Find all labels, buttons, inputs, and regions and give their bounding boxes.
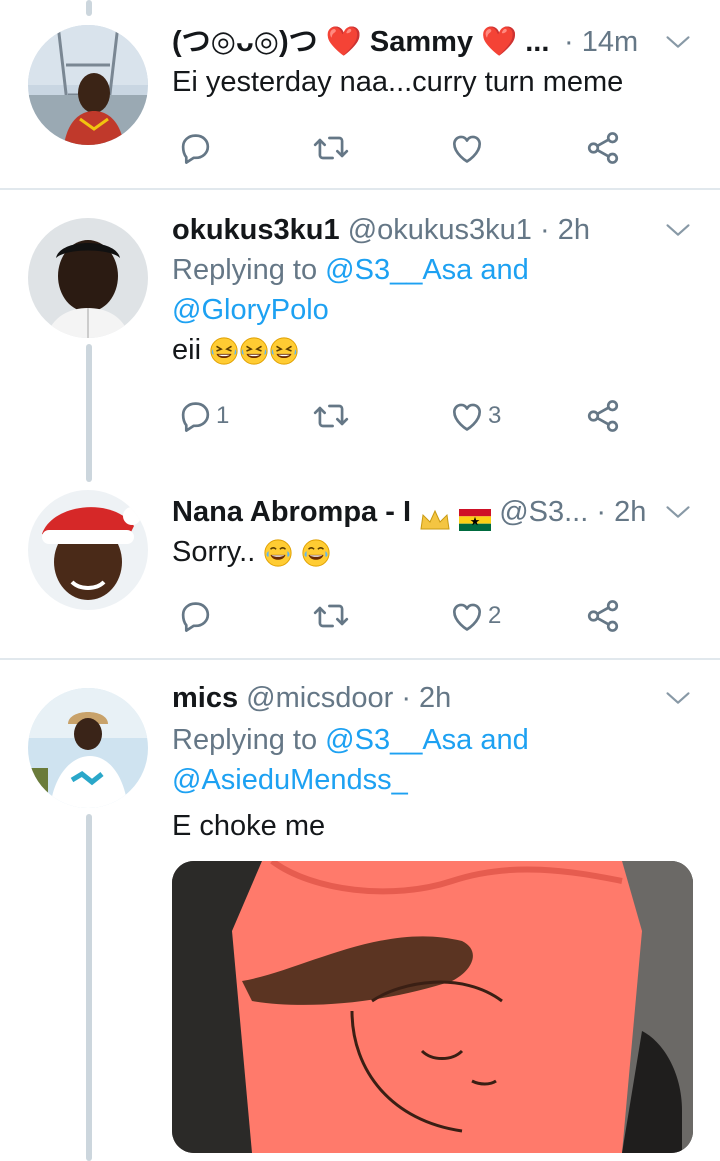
caret-down-icon[interactable] <box>664 498 692 526</box>
avatar[interactable] <box>28 25 148 145</box>
tweet-header: Nana Abrompa - I @S3... · 2h <box>172 492 692 532</box>
retweet-icon <box>312 597 350 635</box>
avatar[interactable] <box>28 490 148 610</box>
like-icon <box>448 597 486 635</box>
retweet-icon <box>312 397 350 435</box>
joy-emoji-icon <box>301 538 331 568</box>
reply-icon <box>176 597 214 635</box>
reply-button[interactable]: 1 <box>176 394 229 438</box>
tweet-content: mics @micsdoor · 2h Replying to @S3__Asa… <box>172 678 692 846</box>
caret-down-icon[interactable] <box>664 216 692 244</box>
share-button[interactable] <box>584 394 622 438</box>
tweet[interactable]: Nana Abrompa - I @S3... · 2h Sorry.. 2 <box>0 482 720 658</box>
ghana-flag-icon <box>459 502 492 532</box>
like-button[interactable] <box>448 126 486 170</box>
tweet-header: (つ◎ᴗ◎)つ ❤️ Sammy ❤️ ... · 14m <box>172 22 692 62</box>
mention-link[interactable]: @AsieduMendss_ <box>172 764 408 796</box>
display-name[interactable]: Nana Abrompa - I <box>172 496 411 528</box>
share-icon <box>584 597 622 635</box>
replying-to-line-2: @GloryPolo <box>172 290 692 330</box>
reply-count: 1 <box>216 402 230 429</box>
like-button[interactable]: 2 <box>448 594 501 638</box>
tweet-text: Sorry.. <box>172 532 692 572</box>
tweet-content: okukus3ku1 @okukus3ku1 · 2h Replying to … <box>172 210 692 438</box>
like-icon <box>448 129 486 167</box>
rofl-emoji-icon <box>239 336 269 366</box>
reply-button[interactable] <box>176 126 214 170</box>
caret-down-icon[interactable] <box>664 684 692 712</box>
user-handle[interactable]: @okukus3ku1 <box>348 214 532 246</box>
retweet-button[interactable] <box>312 394 350 438</box>
share-button[interactable] <box>584 126 622 170</box>
replying-to: Replying to @S3__Asa and <box>172 250 692 290</box>
joy-emoji-icon <box>263 538 293 568</box>
like-count: 3 <box>488 402 502 429</box>
reply-icon <box>176 397 214 435</box>
replying-to-label: Replying to <box>172 254 318 286</box>
retweet-icon <box>312 129 350 167</box>
action-bar <box>172 126 692 170</box>
action-bar: 2 <box>172 594 692 638</box>
timestamp[interactable]: · 2h <box>596 496 646 528</box>
crown-emoji-icon <box>419 502 451 530</box>
timestamp[interactable]: · 14m <box>564 22 638 62</box>
replying-to-label: Replying to <box>172 724 318 756</box>
share-icon <box>584 129 622 167</box>
photo-woman-pink-shirt <box>172 861 693 1153</box>
rofl-emoji-icon <box>269 336 299 366</box>
share-button[interactable] <box>584 594 622 638</box>
retweet-button[interactable] <box>312 594 350 638</box>
tweet-media-image[interactable] <box>172 861 693 1153</box>
tweet-text-content: Sorry.. <box>172 536 256 568</box>
tweet-content: (つ◎ᴗ◎)つ ❤️ Sammy ❤️ ... · 14m Ei yesterd… <box>172 22 692 170</box>
user-handle[interactable]: @micsdoor <box>246 682 393 714</box>
retweet-button[interactable] <box>312 126 350 170</box>
avatar[interactable] <box>28 688 148 808</box>
display-name[interactable]: okukus3ku1 <box>172 214 340 246</box>
rofl-emoji-icon <box>209 336 239 366</box>
replying-to-line-2: @AsieduMendss_ <box>172 760 692 800</box>
like-count: 2 <box>488 602 502 629</box>
replying-to: Replying to @S3__Asa and <box>172 720 692 760</box>
action-bar: 1 3 <box>172 394 692 438</box>
tweet-text: E choke me <box>172 810 326 842</box>
tweet-content: Nana Abrompa - I @S3... · 2h Sorry.. 2 <box>172 492 692 638</box>
like-button[interactable]: 3 <box>448 394 501 438</box>
tweet-text-content: eii <box>172 334 202 366</box>
mention-link[interactable]: @S3__Asa and <box>325 254 529 286</box>
tweet[interactable]: (つ◎ᴗ◎)つ ❤️ Sammy ❤️ ... · 14m Ei yesterd… <box>0 0 720 188</box>
caret-down-icon[interactable] <box>664 28 692 56</box>
reply-icon <box>176 129 214 167</box>
timestamp[interactable]: · 2h <box>540 214 590 246</box>
tweet-header: mics @micsdoor · 2h <box>172 678 692 718</box>
mention-link[interactable]: @S3__Asa and <box>325 724 529 756</box>
timestamp[interactable]: · 2h <box>401 682 451 714</box>
display-name[interactable]: (つ◎ᴗ◎)つ ❤️ Sammy ❤️ ... <box>172 26 549 58</box>
tweet[interactable]: okukus3ku1 @okukus3ku1 · 2h Replying to … <box>0 190 720 460</box>
like-icon <box>448 397 486 435</box>
tweet-header: okukus3ku1 @okukus3ku1 · 2h <box>172 210 692 250</box>
tweet-text: eii <box>172 330 692 370</box>
user-handle[interactable]: @S3... <box>499 496 588 528</box>
share-icon <box>584 397 622 435</box>
display-name[interactable]: mics <box>172 682 238 714</box>
tweet-text: Ei yesterday naa...curry turn meme <box>172 66 624 98</box>
avatar[interactable] <box>28 218 148 338</box>
reply-button[interactable] <box>176 594 214 638</box>
mention-link[interactable]: @GloryPolo <box>172 294 329 326</box>
